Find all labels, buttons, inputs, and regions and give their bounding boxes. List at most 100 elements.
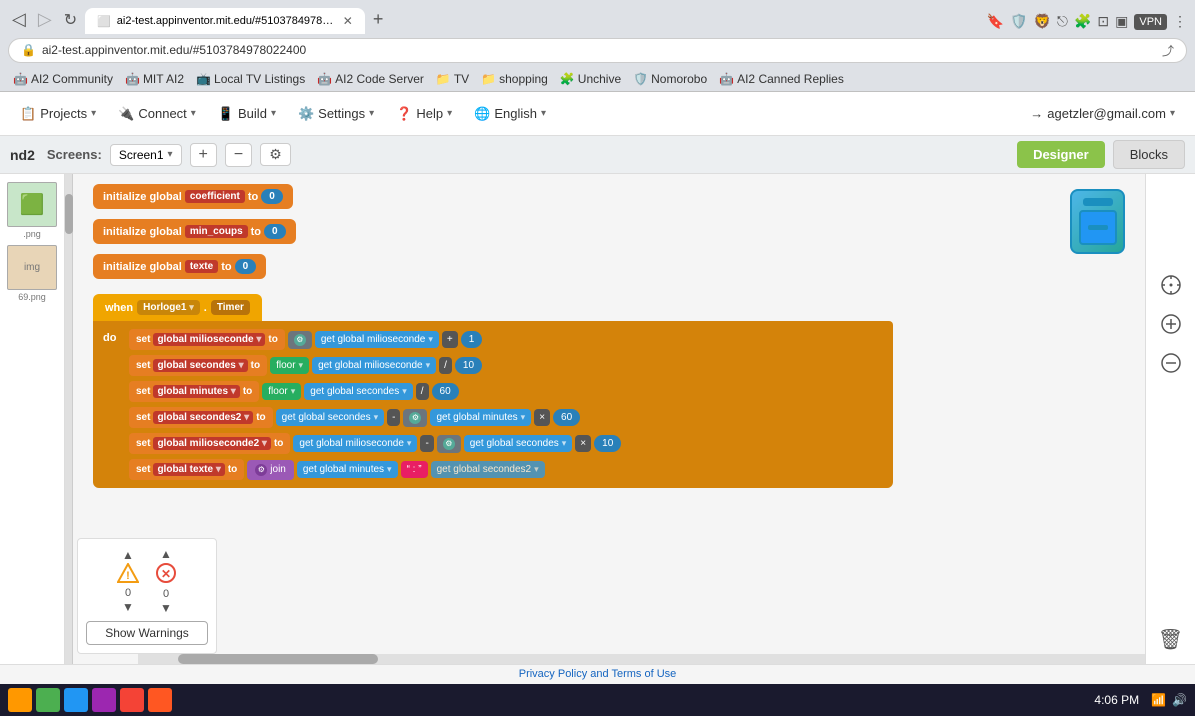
designer-btn[interactable]: Designer <box>1017 141 1105 168</box>
bookmark-tv[interactable]: 📁 TV <box>431 70 474 88</box>
horizontal-scrollbar[interactable] <box>138 654 1145 664</box>
privacy-link[interactable]: Privacy Policy and Terms of Use <box>519 668 677 680</box>
taskbar-system-icons: 📶 🔊 <box>1151 693 1187 707</box>
target-icon[interactable] <box>1160 274 1182 299</box>
warning-icons-row: ▲ ! 0 ▼ ▲ ✕ <box>117 547 177 615</box>
bookmark-ai2-community-icon: 🤖 <box>13 72 28 86</box>
set-milioseconde-row[interactable]: set global milioseconde ▾ to ⚙ get globa… <box>129 329 621 350</box>
taskbar-apps <box>8 688 172 712</box>
do-block-body: do set global milioseconde ▾ to <box>93 321 893 488</box>
more-icon[interactable]: ⋮ <box>1173 13 1187 30</box>
share-icon[interactable]: ⎋ <box>1057 13 1068 30</box>
tab-bar: ◁ ▷ ↻ ⬜ ai2-test.appinventor.mit.edu/#51… <box>0 0 1195 34</box>
set-minutes-row[interactable]: set global minutes ▾ to floor ▾ get glob… <box>129 381 621 402</box>
bookmark-canned[interactable]: 🤖 AI2 Canned Replies <box>714 70 849 88</box>
svg-text:✕: ✕ <box>161 567 171 581</box>
screens-label: Screens: <box>47 147 102 162</box>
extensions-icon[interactable]: 🧩 <box>1074 13 1091 30</box>
screen-settings-btn[interactable]: ⚙ <box>260 143 291 166</box>
set-texte-row[interactable]: set global texte ▾ to ⚙ join get global … <box>129 459 621 480</box>
bookmark-unchive[interactable]: 🧩 Unchive <box>555 70 626 88</box>
left-sidebar: 🟩 .png img 69.png <box>0 174 65 664</box>
bookmark-shopping[interactable]: 📁 shopping <box>476 70 553 88</box>
tab-close-icon[interactable]: ✕ <box>343 14 353 28</box>
sidebar-file-1[interactable]: 🟩 .png <box>7 182 57 239</box>
taskbar-icon-1[interactable] <box>8 688 32 712</box>
footer: Privacy Policy and Terms of Use <box>0 664 1195 684</box>
project-title: nd2 <box>10 147 35 163</box>
sidebar-file-2[interactable]: img 69.png <box>7 245 57 302</box>
taskbar: 4:06 PM 📶 🔊 <box>0 684 1195 716</box>
zoom-in-icon[interactable] <box>1160 313 1182 338</box>
bookmark-tv-icon: 📺 <box>196 72 211 86</box>
canvas-area[interactable]: initialize global coefficient to 0 initi… <box>73 174 1195 664</box>
delete-icon[interactable]: 🗑 <box>1158 627 1183 652</box>
settings-menu[interactable]: ⚙️ Settings ▾ <box>288 101 384 127</box>
new-tab-btn[interactable]: + <box>369 9 388 30</box>
bookmark-nomorobo-icon: 🛡️ <box>633 72 648 86</box>
init-block-min-coups[interactable]: initialize global min_coups to 0 <box>93 219 893 244</box>
set-milioseconde2-row[interactable]: set global milioseconde2 ▾ to get global… <box>129 433 621 454</box>
screen-select[interactable]: Screen1 ▾ <box>110 144 182 166</box>
taskbar-icon-6[interactable] <box>148 688 172 712</box>
build-menu[interactable]: 📱 Build ▾ <box>208 101 286 127</box>
bookmark-unchive-icon: 🧩 <box>560 72 575 86</box>
browser-menu-icons: 🔖 🛡️ 🦁 ⎋ 🧩 ⊡ ▣ VPN ⋮ <box>987 13 1187 30</box>
error-circle-icon: ✕ <box>155 562 177 587</box>
screen-select-arrow: ▾ <box>168 149 173 160</box>
app-header: 📋 Projects ▾ 🔌 Connect ▾ 📱 Build ▾ ⚙️ Se… <box>0 92 1195 136</box>
set-secondes2-row[interactable]: set global secondes2 ▾ to get global sec… <box>129 407 621 428</box>
add-screen-btn[interactable]: + <box>190 143 217 167</box>
sidebar-scrollbar[interactable] <box>65 174 73 664</box>
when-timer-block[interactable]: when Horloge1 ▾ . Timer do <box>93 294 893 488</box>
do-label: do <box>103 332 123 344</box>
browser-reload-btn[interactable]: ↻ <box>60 10 81 30</box>
set-secondes-row[interactable]: set global secondes ▾ to floor ▾ get glo… <box>129 355 621 376</box>
show-warnings-btn[interactable]: Show Warnings <box>86 621 208 645</box>
connect-menu[interactable]: 🔌 Connect ▾ <box>108 101 206 127</box>
sidebar-icon[interactable]: ▣ <box>1115 13 1128 30</box>
sidebar-thumb-1: 🟩 <box>7 182 57 227</box>
warning-triangle-icon: ! <box>117 563 139 586</box>
browser-tab[interactable]: ⬜ ai2-test.appinventor.mit.edu/#51037849… <box>85 8 365 34</box>
zoom-out-icon[interactable] <box>1160 352 1182 377</box>
url-bar[interactable]: 🔒 ai2-test.appinventor.mit.edu/#51037849… <box>8 38 1187 63</box>
user-menu[interactable]: → agetzler@gmail.com ▾ <box>1020 101 1185 126</box>
bookmark-tv-listings[interactable]: 📺 Local TV Listings <box>191 70 310 88</box>
bookmark-mit-ai2[interactable]: 🤖 MIT AI2 <box>120 70 189 88</box>
down-arrow-2: ▼ <box>160 601 172 615</box>
taskbar-icon-3[interactable] <box>64 688 88 712</box>
taskbar-icon-2[interactable] <box>36 688 60 712</box>
up-arrow-1: ▲ <box>122 548 134 562</box>
bookmark-icon[interactable]: 🔖 <box>987 13 1004 30</box>
bookmark-nomorobo[interactable]: 🛡️ Nomorobo <box>628 70 712 88</box>
browser-back-btn[interactable]: ◁ <box>8 9 30 30</box>
lock-icon: 🔒 <box>21 43 36 57</box>
taskbar-icon-5[interactable] <box>120 688 144 712</box>
projects-menu[interactable]: 📋 Projects ▾ <box>10 101 106 127</box>
right-panel: 🗑 <box>1145 174 1195 664</box>
split-icon[interactable]: ⊡ <box>1097 13 1109 30</box>
sidebar-filename-2: 69.png <box>18 292 46 302</box>
language-menu[interactable]: 🌐 English ▾ <box>464 101 556 127</box>
blocks-btn[interactable]: Blocks <box>1113 140 1185 169</box>
projects-icon: 📋 <box>20 106 36 122</box>
bookmark-code-server[interactable]: 🤖 AI2 Code Server <box>312 70 429 88</box>
url-text: ai2-test.appinventor.mit.edu/#5103784978… <box>42 43 306 57</box>
bookmark-ai2-community[interactable]: 🤖 AI2 Community <box>8 70 118 88</box>
help-menu[interactable]: ❓ Help ▾ <box>386 101 462 127</box>
remove-screen-btn[interactable]: − <box>225 143 252 167</box>
down-arrow-1: ▼ <box>122 600 134 614</box>
browser-forward-btn[interactable]: ▷ <box>34 9 56 30</box>
backpack-icon[interactable] <box>1070 189 1125 254</box>
user-icon: → <box>1030 106 1043 121</box>
error-group: ▲ ✕ 0 ▼ <box>155 547 177 615</box>
init-block-texte[interactable]: initialize global texte to 0 <box>93 254 893 279</box>
sidebar-thumb-2: img <box>7 245 57 290</box>
vpn-label[interactable]: VPN <box>1134 14 1167 30</box>
taskbar-icon-4[interactable] <box>92 688 116 712</box>
url-share-icon[interactable]: ⤴ <box>1162 42 1174 59</box>
init-block-coefficient[interactable]: initialize global coefficient to 0 <box>93 184 893 209</box>
settings-icon: ⚙️ <box>298 106 314 122</box>
taskbar-time: 4:06 PM <box>1094 693 1139 707</box>
